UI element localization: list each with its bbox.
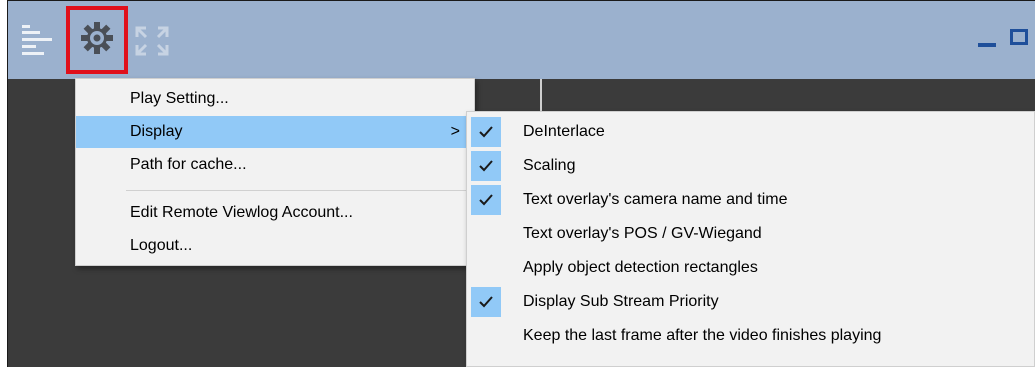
submenu-item-label: Scaling — [523, 157, 576, 174]
submenu-item-label: Keep the last frame after the video fini… — [523, 327, 882, 344]
submenu-item[interactable]: Apply object detection rectangles — [467, 251, 1034, 285]
submenu-item-label: DeInterlace — [523, 123, 605, 140]
menu-separator — [126, 190, 470, 191]
menu-item-label: Display — [130, 123, 183, 140]
menu-item-logout[interactable]: Logout... — [76, 230, 474, 262]
checkmark-slot — [471, 253, 501, 283]
submenu-item[interactable]: Display Sub Stream Priority — [467, 285, 1034, 319]
checkmark-icon — [471, 287, 501, 317]
submenu-item[interactable]: Scaling — [467, 149, 1034, 183]
submenu-item[interactable]: DeInterlace — [467, 115, 1034, 149]
gear-icon — [80, 21, 114, 55]
submenu-item[interactable]: Text overlay's POS / GV-Wiegand — [467, 217, 1034, 251]
menu-item-display[interactable]: Display > — [76, 116, 474, 148]
checkmark-icon — [471, 117, 501, 147]
minimize-icon[interactable] — [978, 43, 996, 47]
checkmark-icon — [471, 185, 501, 215]
maximize-icon[interactable] — [1010, 29, 1028, 45]
checkmark-slot — [471, 219, 501, 249]
settings-button[interactable] — [66, 6, 128, 74]
checkmark-icon — [471, 151, 501, 181]
settings-menu: Play Setting... Display > Path for cache… — [75, 78, 475, 266]
menu-item-edit-remote-viewlog-account[interactable]: Edit Remote Viewlog Account... — [76, 197, 474, 229]
menu-item-label: Path for cache... — [130, 156, 247, 173]
submenu-item-label: Text overlay's POS / GV-Wiegand — [523, 225, 762, 242]
toolbar — [8, 1, 1035, 79]
expand-icon[interactable] — [134, 25, 170, 57]
submenu-item-label: Display Sub Stream Priority — [523, 293, 719, 310]
menu-item-play-setting[interactable]: Play Setting... — [76, 83, 474, 115]
submenu-item[interactable]: Text overlay's camera name and time — [467, 183, 1034, 217]
menu-item-label: Logout... — [130, 237, 193, 254]
menu-item-path-for-cache[interactable]: Path for cache... — [76, 149, 474, 181]
hamburger-icon[interactable] — [22, 23, 52, 57]
chevron-right-icon: > — [450, 123, 460, 140]
submenu-item-label: Apply object detection rectangles — [523, 259, 758, 276]
display-submenu: DeInterlace Scaling Text overlay's camera … — [466, 111, 1035, 367]
menu-item-label: Edit Remote Viewlog Account... — [130, 204, 353, 221]
submenu-item[interactable]: Keep the last frame after the video fini… — [467, 319, 1034, 353]
submenu-item-label: Text overlay's camera name and time — [523, 191, 788, 208]
checkmark-slot — [471, 321, 501, 351]
menu-item-label: Play Setting... — [130, 90, 229, 107]
